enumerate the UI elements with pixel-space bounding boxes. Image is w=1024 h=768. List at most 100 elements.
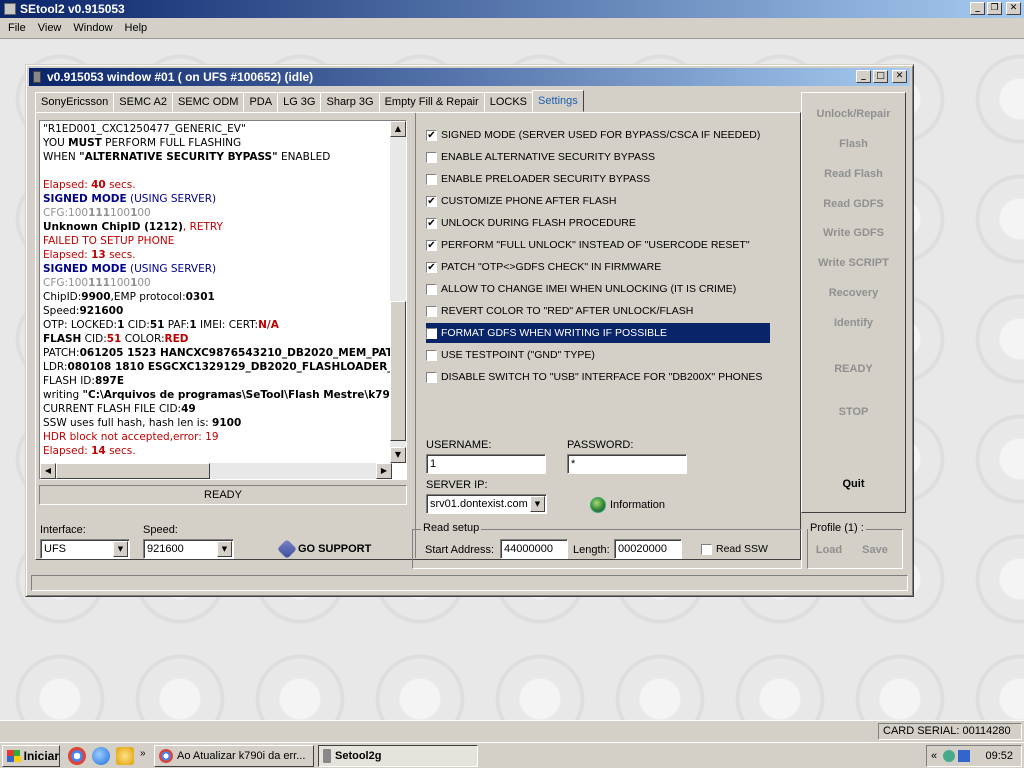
menu-file[interactable]: File bbox=[2, 22, 32, 34]
read-ssw-checkbox[interactable]: Read SSW bbox=[701, 539, 768, 559]
checkbox-box[interactable]: ✔ bbox=[426, 261, 437, 273]
information-button[interactable]: Information bbox=[590, 497, 665, 513]
settings-option[interactable]: ✔ SIGNED MODE (SERVER USED FOR BYPASS/CSC… bbox=[426, 125, 760, 145]
scroll-right-icon[interactable]: ▶ bbox=[376, 463, 392, 479]
child-close-button[interactable]: ✕ bbox=[892, 70, 907, 83]
log-segment: 921600 bbox=[79, 305, 124, 317]
save-button[interactable]: Save bbox=[860, 544, 890, 556]
messenger-icon[interactable] bbox=[116, 747, 134, 765]
read-gdfs-button[interactable]: Read GDFS bbox=[802, 198, 905, 210]
flash-button[interactable]: Flash bbox=[802, 138, 905, 150]
checkbox-box[interactable] bbox=[426, 173, 437, 185]
menu-help[interactable]: Help bbox=[119, 22, 154, 34]
checkbox-box[interactable] bbox=[426, 371, 437, 383]
log-line: WHEN "ALTERNATIVE SECURITY BYPASS" ENABL… bbox=[43, 150, 393, 164]
internet-explorer-icon[interactable] bbox=[92, 747, 110, 765]
identify-button[interactable]: Identify bbox=[802, 317, 905, 329]
read-flash-button[interactable]: Read Flash bbox=[802, 168, 905, 180]
scroll-down-icon[interactable]: ▼ bbox=[390, 447, 406, 463]
quicklaunch-more-icon[interactable]: » bbox=[140, 747, 150, 765]
settings-option[interactable]: ✔ PATCH "OTP<>GDFS CHECK" IN FIRMWARE bbox=[426, 257, 661, 277]
checkbox-box[interactable]: ✔ bbox=[426, 217, 437, 229]
tab-sonyericsson[interactable]: SonyEricsson bbox=[35, 92, 115, 112]
checkbox-box[interactable]: ✔ bbox=[426, 239, 437, 251]
menu-view[interactable]: View bbox=[32, 22, 68, 34]
checkbox-box[interactable]: ✔ bbox=[426, 327, 437, 339]
chevron-down-icon[interactable]: ▼ bbox=[113, 541, 128, 557]
tab-settings[interactable]: Settings bbox=[532, 90, 584, 112]
log-text: "R1ED001_CXC1250477_GENERIC_EV" YOU MUST … bbox=[43, 122, 393, 458]
settings-option[interactable]: ENABLE ALTERNATIVE SECURITY BYPASS bbox=[426, 147, 655, 167]
username-input[interactable]: 1 bbox=[426, 454, 546, 474]
checkbox-box[interactable]: ✔ bbox=[426, 195, 437, 207]
checkbox-box[interactable] bbox=[701, 543, 712, 555]
log-segment: N/A bbox=[258, 319, 279, 331]
scroll-thumb[interactable] bbox=[390, 301, 406, 441]
network-icon[interactable] bbox=[943, 750, 956, 762]
child-minimize-button[interactable]: _ bbox=[856, 70, 871, 83]
chevron-down-icon[interactable]: ▼ bbox=[530, 496, 545, 512]
start-address-input[interactable]: 44000000 bbox=[500, 539, 568, 559]
log-segment: 111 bbox=[88, 277, 111, 289]
recovery-button[interactable]: Recovery bbox=[802, 287, 905, 299]
log-line: Unknown ChipID (1212), RETRY bbox=[43, 220, 393, 234]
tab-panel: "R1ED001_CXC1250477_GENERIC_EV" YOU MUST … bbox=[35, 112, 801, 560]
start-button[interactable]: Iniciar bbox=[2, 745, 60, 767]
tab-sharp-3g[interactable]: Sharp 3G bbox=[320, 92, 380, 112]
unlock-repair-button[interactable]: Unlock/Repair bbox=[802, 108, 905, 120]
load-button[interactable]: Load bbox=[814, 544, 844, 556]
checkbox-box[interactable] bbox=[426, 283, 437, 295]
log-segment: 00 bbox=[137, 207, 151, 219]
menu-window[interactable]: Window bbox=[67, 22, 118, 34]
settings-option[interactable]: USE TESTPOINT ("GND" TYPE) bbox=[426, 345, 595, 365]
task-browser[interactable]: Ao Atualizar k790i da err... bbox=[154, 745, 314, 767]
checkbox-box[interactable]: ✔ bbox=[426, 129, 437, 141]
task-setool2g[interactable]: Setool2g bbox=[318, 745, 478, 767]
log-output[interactable]: "R1ED001_CXC1250477_GENERIC_EV" YOU MUST … bbox=[39, 120, 407, 480]
settings-option[interactable]: ✔ PERFORM "FULL UNLOCK" INSTEAD OF "USERC… bbox=[426, 235, 750, 255]
log-vertical-scrollbar[interactable]: ▲ ▼ bbox=[390, 121, 406, 463]
write-gdfs-button[interactable]: Write GDFS bbox=[802, 227, 905, 239]
scroll-left-icon[interactable]: ◀ bbox=[40, 463, 56, 479]
log-horizontal-scrollbar[interactable]: ◀ ▶ bbox=[40, 463, 392, 479]
tab-locks[interactable]: LOCKS bbox=[483, 92, 534, 112]
tab-lg-3g[interactable]: LG 3G bbox=[277, 92, 322, 112]
log-segment: 51 bbox=[106, 333, 122, 345]
tab-empty-fill-repair[interactable]: Empty Fill & Repair bbox=[378, 92, 485, 112]
tab-pda[interactable]: PDA bbox=[243, 92, 279, 112]
log-segment: PATCH: bbox=[43, 347, 80, 359]
globe-icon bbox=[590, 497, 606, 513]
settings-option[interactable]: ✔ UNLOCK DURING FLASH PROCEDURE bbox=[426, 213, 636, 233]
minimize-button[interactable]: _ bbox=[970, 2, 985, 15]
settings-option[interactable]: ENABLE PRELOADER SECURITY BYPASS bbox=[426, 169, 650, 189]
settings-option[interactable]: DISABLE SWITCH TO "USB" INTERFACE FOR "D… bbox=[426, 367, 762, 387]
stop-button[interactable]: STOP bbox=[802, 406, 905, 418]
quit-button[interactable]: Quit bbox=[802, 478, 905, 490]
settings-option[interactable]: ✔ FORMAT GDFS WHEN WRITING IF POSSIBLE bbox=[426, 323, 770, 343]
tab-semc-odm[interactable]: SEMC ODM bbox=[171, 92, 245, 112]
hscroll-thumb[interactable] bbox=[56, 463, 210, 479]
chrome-icon[interactable] bbox=[68, 747, 86, 765]
write-script-button[interactable]: Write SCRIPT bbox=[802, 257, 905, 269]
tab-semc-a2[interactable]: SEMC A2 bbox=[113, 92, 173, 112]
scroll-up-icon[interactable]: ▲ bbox=[390, 121, 406, 137]
close-button[interactable]: ✕ bbox=[1006, 2, 1021, 15]
interface-select[interactable]: UFS ▼ bbox=[40, 539, 130, 559]
length-input[interactable]: 00020000 bbox=[614, 539, 682, 559]
settings-option[interactable]: ALLOW TO CHANGE IMEI WHEN UNLOCKING (IT … bbox=[426, 279, 736, 299]
chevron-down-icon[interactable]: ▼ bbox=[217, 541, 232, 557]
password-input[interactable]: * bbox=[567, 454, 687, 474]
child-maximize-button[interactable]: □ bbox=[873, 70, 888, 83]
settings-option[interactable]: REVERT COLOR TO "RED" AFTER UNLOCK/FLASH bbox=[426, 301, 693, 321]
restore-button[interactable]: ❐ bbox=[987, 2, 1002, 15]
settings-option[interactable]: ✔ CUSTOMIZE PHONE AFTER FLASH bbox=[426, 191, 616, 211]
checkbox-box[interactable] bbox=[426, 305, 437, 317]
monitor-icon[interactable] bbox=[958, 750, 971, 762]
server-ip-select[interactable]: srv01.dontexist.com ▼ bbox=[426, 494, 547, 514]
checkbox-box[interactable] bbox=[426, 349, 437, 361]
checkbox-box[interactable] bbox=[426, 151, 437, 163]
go-support-button[interactable]: GO SUPPORT bbox=[277, 539, 371, 559]
tray-expand-icon[interactable]: « bbox=[931, 750, 937, 762]
speed-select[interactable]: 921600 ▼ bbox=[143, 539, 234, 559]
log-line: Speed:921600 bbox=[43, 304, 393, 318]
